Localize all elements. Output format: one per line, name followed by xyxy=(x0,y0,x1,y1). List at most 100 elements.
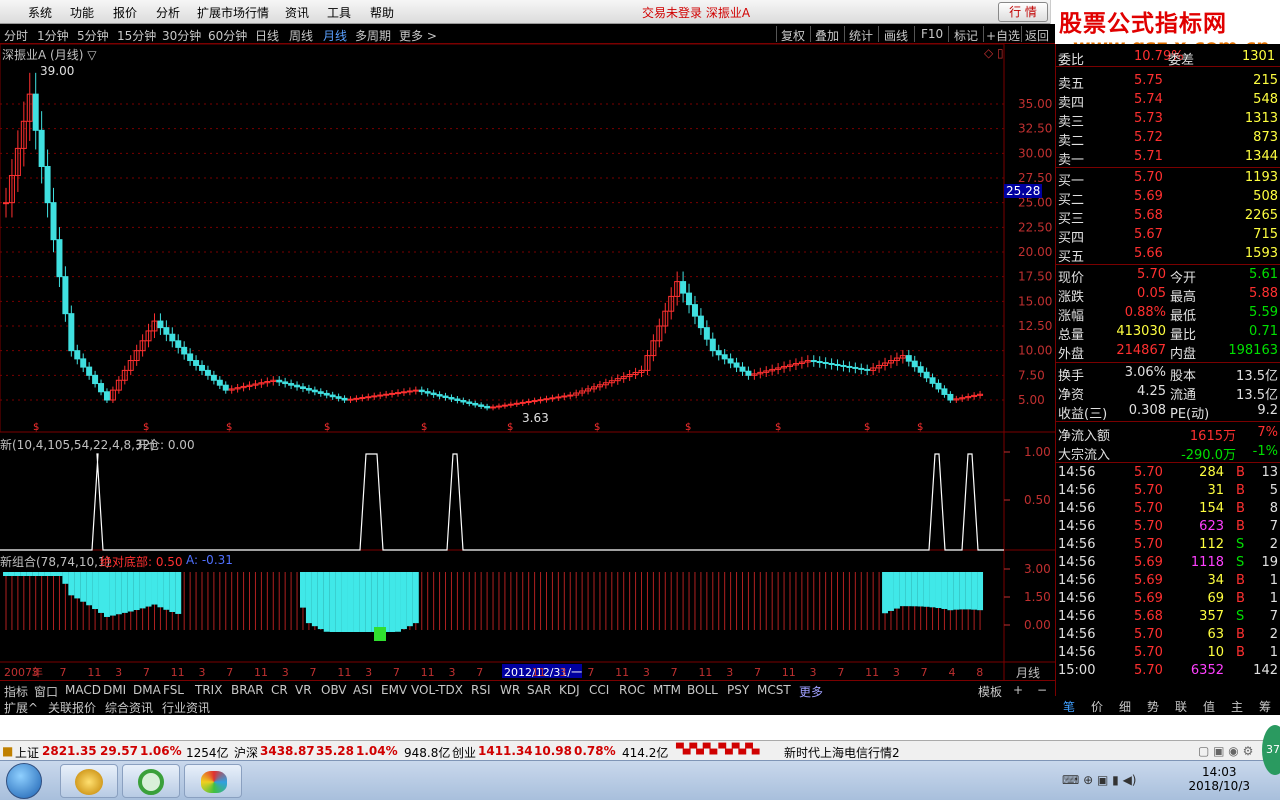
period-15min[interactable]: 15分钟 xyxy=(117,27,156,44)
indicator-tab[interactable]: MTM xyxy=(653,683,681,697)
window-controls-icon[interactable]: ◇ ▯ xyxy=(984,46,1004,60)
tab-extend[interactable]: 扩展^ xyxy=(4,699,38,716)
indicator-tab[interactable]: DMI xyxy=(103,683,126,697)
indicator-tab[interactable]: OBV xyxy=(321,683,347,697)
menu-function[interactable]: 功能 xyxy=(70,4,94,21)
mark-button[interactable]: 标记 xyxy=(954,27,978,44)
indicator-tab[interactable]: ROC xyxy=(619,683,645,697)
period-1min[interactable]: 1分钟 xyxy=(37,27,69,44)
indicator-tab[interactable]: MACD xyxy=(65,683,101,697)
statistics-button[interactable]: 统计 xyxy=(849,27,873,44)
quote-panel-tab[interactable]: 联 xyxy=(1175,698,1187,715)
start-button-icon[interactable] xyxy=(6,763,42,799)
back-button[interactable]: 返回 xyxy=(1025,27,1049,44)
candle-body xyxy=(490,406,497,409)
draw-line-button[interactable]: 画线 xyxy=(884,27,908,44)
period-60min[interactable]: 60分钟 xyxy=(208,27,247,44)
indicator-tab[interactable]: EMV xyxy=(381,683,407,697)
quote-panel-tab[interactable]: 值 xyxy=(1203,698,1215,715)
quote-panel-tab[interactable]: 势 xyxy=(1147,698,1159,715)
indicator-tab[interactable]: RSI xyxy=(471,683,491,697)
period-weekly[interactable]: 周线 xyxy=(289,27,313,44)
quote-panel-tab[interactable]: 价 xyxy=(1091,698,1103,715)
f10-button[interactable]: F10 xyxy=(921,27,943,41)
remove-window-button[interactable]: − xyxy=(1037,683,1047,697)
tab-related-quotes[interactable]: 关联报价 xyxy=(48,699,96,716)
quote-panel-tab[interactable]: 笔 xyxy=(1063,698,1075,715)
high-price-label: 39.00 xyxy=(40,64,75,78)
indicator-tab[interactable]: SAR xyxy=(527,683,551,697)
quote-button[interactable]: 行 情 xyxy=(998,2,1048,22)
candle-body xyxy=(377,394,384,397)
kline-chart[interactable]: 35.0032.5030.0027.5025.0022.5020.0017.50… xyxy=(0,44,1055,680)
x-axis-period: 月线 xyxy=(1016,666,1041,680)
quote-panel-tab[interactable]: 细 xyxy=(1119,698,1131,715)
tick-time: 14:56 xyxy=(1058,483,1096,498)
tab-industry-news[interactable]: 行业资讯 xyxy=(162,699,210,716)
sz-index-label: 沪深 xyxy=(234,746,259,760)
tick-side: B xyxy=(1236,519,1245,534)
menu-help[interactable]: 帮助 xyxy=(370,4,394,21)
indicator-tab[interactable]: BOLL xyxy=(687,683,718,697)
candle-body xyxy=(840,364,847,367)
fundamental-row: 换手 3.06% 股本 13.5亿 xyxy=(1056,364,1280,384)
ask-volume: 548 xyxy=(1253,92,1278,107)
histogram-fill xyxy=(977,572,984,611)
quote-panel-tab[interactable]: 筹 xyxy=(1259,698,1271,715)
sh-index-pct: 1.06% xyxy=(140,744,182,758)
menu-news[interactable]: 资讯 xyxy=(285,4,309,21)
tray-icons[interactable]: ▢ ▣ ◉ ⚙ xyxy=(1198,744,1253,758)
menu-quote[interactable]: 报价 xyxy=(113,4,137,21)
indicator-tab[interactable]: BRAR xyxy=(231,683,264,697)
indicator-tab[interactable]: VOL-TDX xyxy=(411,683,463,697)
add-watchlist-button[interactable]: +自选 xyxy=(986,27,1020,44)
indicator-tab[interactable]: PSY xyxy=(727,683,749,697)
clock[interactable]: 14:03 2018/10/3 xyxy=(1188,765,1250,793)
period-monthly[interactable]: 月线 xyxy=(323,27,347,44)
candle-body xyxy=(305,387,312,391)
quote-panel-tab[interactable]: 主 xyxy=(1231,698,1243,715)
histogram-fill xyxy=(3,572,9,576)
histogram-fill xyxy=(893,572,900,609)
period-5min[interactable]: 5分钟 xyxy=(77,27,109,44)
indicator-tab[interactable]: MCST xyxy=(757,683,791,697)
menu-analysis[interactable]: 分析 xyxy=(156,4,180,21)
app-ie-icon[interactable] xyxy=(122,764,180,798)
overlay-button[interactable]: 叠加 xyxy=(815,27,839,44)
ask-row: 卖一 5.71 1344 xyxy=(1056,148,1280,168)
tick-price: 5.70 xyxy=(1134,663,1163,678)
app-paint-icon[interactable] xyxy=(184,764,242,798)
indicator-tab[interactable]: WR xyxy=(500,683,520,697)
ask-label: 卖三 xyxy=(1058,115,1085,130)
x-tick-label: 3 xyxy=(643,666,650,679)
chart-area[interactable]: 35.00 32.50 30.00 27.50 25.00 22.50 20.00 17.50… xyxy=(0,44,1055,680)
indicator-tab[interactable]: CR xyxy=(271,683,288,697)
indicator-tab[interactable]: DMA xyxy=(133,683,161,697)
period-30min[interactable]: 30分钟 xyxy=(162,27,201,44)
indicator-tab[interactable]: FSL xyxy=(163,683,184,697)
system-tray-icons[interactable]: ⌨ ⊕ ▣ ▮ ◀) xyxy=(1062,773,1136,787)
period-more[interactable]: 更多 > xyxy=(399,27,437,44)
period-daily[interactable]: 日线 xyxy=(255,27,279,44)
indicator-tab[interactable]: KDJ xyxy=(559,683,580,697)
menu-system[interactable]: 系统 xyxy=(28,4,52,21)
period-intraday[interactable]: 分时 xyxy=(4,27,28,44)
restore-rights-button[interactable]: 复权 xyxy=(781,27,805,44)
period-multi[interactable]: 多周期 xyxy=(355,27,391,44)
indicator-tab[interactable]: TRIX xyxy=(195,683,222,697)
indicator-tab[interactable]: ASI xyxy=(353,683,372,697)
stat-label: 最低 xyxy=(1170,309,1197,324)
app-newtimes-icon[interactable] xyxy=(60,764,118,798)
indicator-tab[interactable]: VR xyxy=(295,683,312,697)
notification-badge[interactable]: 37 xyxy=(1262,725,1280,775)
tick-row: 14:56 5.70 31 B 5 xyxy=(1056,482,1280,501)
stat-label: 涨跌 xyxy=(1058,290,1085,305)
menu-tools[interactable]: 工具 xyxy=(327,4,351,21)
histogram-fill xyxy=(905,572,912,607)
histogram-fill xyxy=(68,572,75,596)
tab-general-news[interactable]: 综合资讯 xyxy=(105,699,153,716)
add-window-button[interactable]: + xyxy=(1013,683,1023,697)
menu-extended-market[interactable]: 扩展市场行情 xyxy=(197,4,269,21)
indicator-tab[interactable]: CCI xyxy=(589,683,609,697)
dividend-marker-icon: $ xyxy=(594,422,600,433)
